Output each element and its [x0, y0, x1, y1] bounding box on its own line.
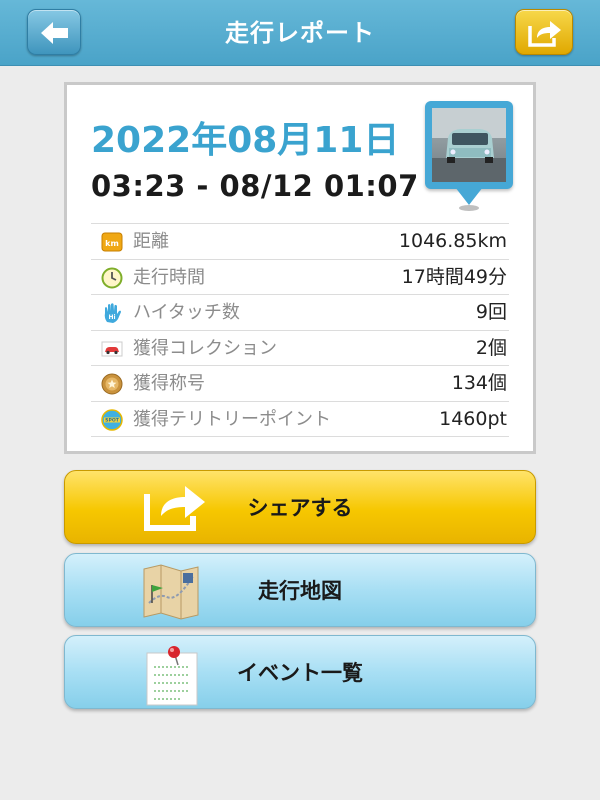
spot-badge-icon: SPOT [101, 408, 123, 431]
share-icon [144, 486, 205, 531]
page-title: 走行レポート [225, 19, 375, 47]
share-top-button[interactable] [515, 9, 573, 55]
car-photo [432, 108, 506, 182]
medal-icon [101, 373, 123, 395]
stat-row-titles: 獲得称号 134個 [91, 366, 509, 402]
hand-icon: Hi [104, 303, 121, 323]
svg-text:km: km [105, 239, 119, 248]
top-bar: 走行レポート [0, 0, 600, 66]
pin-shadow [459, 205, 479, 211]
drive-map-button[interactable]: 走行地図 [64, 553, 536, 627]
stat-value: 9回 [475, 301, 507, 323]
svg-text:Hi: Hi [108, 314, 115, 321]
folded-map-icon [143, 564, 199, 620]
clock-icon [101, 267, 123, 288]
report-time-range: 03:23 - 08/12 01:07 [91, 169, 419, 203]
stat-value: 1460pt [439, 407, 507, 430]
stat-label: 獲得称号 [133, 373, 205, 394]
svg-text:SPOT: SPOT [105, 417, 120, 423]
stat-label: ハイタッチ数 [133, 302, 240, 323]
drive-map-label: 走行地図 [258, 579, 342, 603]
stat-value: 17時間49分 [401, 265, 507, 288]
photo-frame [425, 101, 513, 189]
stat-label: 獲得テリトリーポイント [133, 408, 331, 430]
stats-list: km 距離 1046.85km 走行時間 17時間49分 Hi ハイタッチ数 9… [91, 223, 509, 437]
stat-row-territory-points: SPOT 獲得テリトリーポイント 1460pt [91, 402, 509, 437]
event-list-label: イベント一覧 [237, 661, 363, 685]
stat-value: 134個 [451, 372, 507, 394]
share-icon [528, 21, 561, 47]
report-card: 2022年08月11日 03:23 - 08/12 01:07 km 距離 10… [64, 82, 536, 454]
car-photo-pin[interactable] [425, 101, 513, 211]
stat-label: 走行時間 [133, 266, 205, 288]
pin-tail [455, 187, 483, 205]
stat-value: 1046.85km [398, 230, 507, 252]
stat-value: 2個 [475, 336, 507, 359]
share-button[interactable]: シェアする [64, 470, 536, 544]
pinned-note-icon [146, 646, 198, 706]
km-badge-icon: km [101, 232, 123, 252]
stat-row-collection: 獲得コレクション 2個 [91, 331, 509, 366]
stat-label: 距離 [133, 231, 169, 252]
report-date: 2022年08月11日 [91, 120, 400, 161]
stat-row-high-touch: Hi ハイタッチ数 9回 [91, 295, 509, 331]
share-button-label: シェアする [247, 496, 353, 520]
stat-label: 獲得コレクション [133, 337, 277, 359]
event-list-button[interactable]: イベント一覧 [64, 635, 536, 709]
stat-row-drive-time: 走行時間 17時間49分 [91, 260, 509, 295]
car-card-icon [101, 341, 123, 356]
stat-row-distance: km 距離 1046.85km [91, 224, 509, 260]
